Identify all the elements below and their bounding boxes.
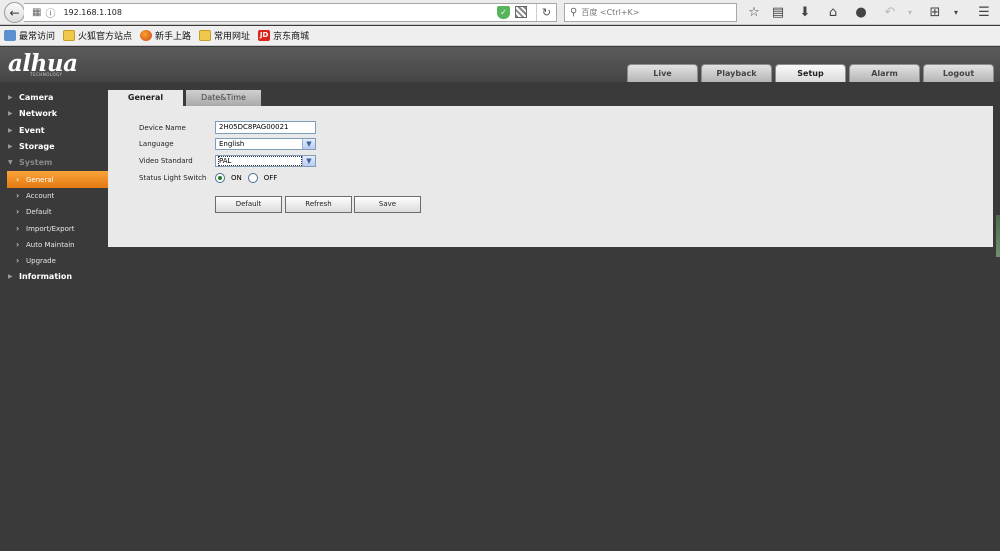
collapsed-arrow-icon: ▶ xyxy=(8,110,13,118)
sidebar-subitem-account[interactable]: › Account xyxy=(0,188,108,204)
sidebar-subitem-general[interactable]: › General xyxy=(7,171,108,188)
status-light-row: Status Light Switch ON OFF xyxy=(139,173,283,183)
shield-icon[interactable]: ✓ xyxy=(497,6,510,19)
save-button[interactable]: Save xyxy=(354,196,421,213)
sidebar-item-camera[interactable]: ▶ Camera xyxy=(0,90,108,106)
page-icon: ▦ xyxy=(32,7,42,18)
sidebar-item-network[interactable]: ▶ Network xyxy=(0,106,108,122)
most-visited-icon xyxy=(4,30,16,41)
download-icon[interactable]: ⬇ xyxy=(795,3,815,22)
reload-icon[interactable]: ↻ xyxy=(536,4,556,21)
status-off-label: OFF xyxy=(263,174,278,182)
device-name-input[interactable]: 2H05DC8PAG00021 xyxy=(215,121,316,134)
bookmark-getting-started[interactable]: 新手上路 xyxy=(140,29,191,42)
sidebar-subitem-default[interactable]: › Default xyxy=(0,204,108,220)
search-bar[interactable]: ⚲ xyxy=(564,3,737,22)
video-standard-row: Video Standard PAL ▼ xyxy=(139,155,316,167)
crop-dropdown-icon[interactable]: ▾ xyxy=(946,3,966,22)
sidebar-item-information[interactable]: ▶ Information xyxy=(0,269,108,285)
video-standard-label: Video Standard xyxy=(139,157,193,165)
collapsed-arrow-icon: ▶ xyxy=(8,126,13,134)
url-text[interactable]: 192.168.1.108 xyxy=(63,8,122,17)
language-row: Language English ▼ xyxy=(139,138,316,150)
menu-icon[interactable]: ☰ xyxy=(974,3,994,22)
refresh-button[interactable]: Refresh xyxy=(285,196,352,213)
general-settings-panel: Device Name 2H05DC8PAG00021 Language Eng… xyxy=(108,106,993,247)
default-button[interactable]: Default xyxy=(215,196,282,213)
tab-general[interactable]: General xyxy=(108,90,183,106)
folder-icon xyxy=(199,30,212,41)
content-tabs: General Date&Time xyxy=(108,90,264,106)
qr-code-icon[interactable] xyxy=(515,6,527,18)
video-standard-value: PAL xyxy=(218,156,302,166)
status-off-radio[interactable] xyxy=(247,173,258,183)
scroll-edge xyxy=(996,215,1000,257)
crop-icon[interactable]: ⊞ xyxy=(925,3,945,22)
info-icon[interactable]: ⓘ xyxy=(45,5,55,20)
home-icon[interactable]: ⌂ xyxy=(823,3,843,22)
browser-toolbar: ← ▦ ⓘ 192.168.1.108 ✓ ↻ ⚲ ☆ ▤ ⬇ ⌂ ● ↶ ▾ … xyxy=(0,0,1000,25)
chevron-down-icon[interactable]: ▼ xyxy=(302,156,315,166)
bookmarks-bar: 最常访问 火狐官方站点 新手上路 常用网址 JD 京东商城 xyxy=(0,26,1000,46)
video-standard-select[interactable]: PAL ▼ xyxy=(215,155,316,167)
sidebar-item-storage[interactable]: ▶ Storage xyxy=(0,139,108,155)
language-label: Language xyxy=(139,140,174,148)
collapsed-arrow-icon: ▶ xyxy=(8,273,13,281)
sidebar: ▶ Camera ▶ Network ▶ Event ▶ Storage ▼ System… xyxy=(0,90,108,286)
tab-alarm[interactable]: Alarm xyxy=(849,64,920,82)
device-name-label: Device Name xyxy=(139,123,186,132)
chevron-right-icon: › xyxy=(16,207,20,217)
chevron-right-icon: › xyxy=(16,256,20,266)
bookmark-star-icon[interactable]: ☆ xyxy=(744,3,764,22)
tab-playback[interactable]: Playback xyxy=(701,64,772,82)
jd-icon: JD xyxy=(258,30,271,41)
sidebar-subitem-import-export[interactable]: › Import/Export xyxy=(0,220,108,236)
bookmark-firefox-site[interactable]: 火狐官方站点 xyxy=(63,29,132,42)
chevron-right-icon: › xyxy=(16,239,20,249)
address-bar[interactable]: ▦ ⓘ 192.168.1.108 ✓ ↻ xyxy=(24,3,557,22)
reading-list-icon[interactable]: ▤ xyxy=(768,3,788,22)
logo-subtitle: TECHNOLOGY xyxy=(30,72,63,77)
search-input[interactable] xyxy=(581,8,732,17)
status-on-label: ON xyxy=(231,174,242,182)
tab-setup[interactable]: Setup xyxy=(775,64,846,82)
chat-icon[interactable]: ● xyxy=(851,3,871,22)
sidebar-subitem-auto-maintain[interactable]: › Auto Maintain xyxy=(0,237,108,253)
sidebar-item-system[interactable]: ▼ System xyxy=(0,155,108,171)
chevron-right-icon: › xyxy=(16,223,20,233)
status-light-label: Status Light Switch xyxy=(139,174,207,182)
collapsed-arrow-icon: ▶ xyxy=(8,143,13,151)
folder-icon xyxy=(63,30,76,41)
sidebar-subitem-upgrade[interactable]: › Upgrade xyxy=(0,253,108,269)
collapsed-arrow-icon: ▶ xyxy=(8,94,13,102)
chevron-down-icon[interactable]: ▼ xyxy=(302,139,315,149)
status-on-radio[interactable] xyxy=(215,173,225,183)
chevron-right-icon: › xyxy=(16,174,20,184)
back-icon[interactable]: ← xyxy=(4,2,25,23)
bookmark-common-sites[interactable]: 常用网址 xyxy=(199,29,250,42)
tab-logout[interactable]: Logout xyxy=(923,64,994,82)
radio-selected-dot xyxy=(218,176,222,180)
main-nav: Live Playback Setup Alarm Logout xyxy=(627,64,997,82)
firefox-icon xyxy=(140,30,153,41)
expanded-arrow-icon: ▼ xyxy=(8,159,13,167)
tab-live[interactable]: Live xyxy=(627,64,698,82)
language-select[interactable]: English ▼ xyxy=(215,138,316,150)
undo-dropdown-icon[interactable]: ▾ xyxy=(900,3,920,22)
tab-date-time[interactable]: Date&Time xyxy=(186,90,261,106)
search-icon: ⚲ xyxy=(570,7,578,18)
undo-icon[interactable]: ↶ xyxy=(880,3,900,22)
chevron-right-icon: › xyxy=(16,190,20,200)
sidebar-item-event[interactable]: ▶ Event xyxy=(0,123,108,139)
bookmark-most-visited[interactable]: 最常访问 xyxy=(4,29,55,42)
language-value: English xyxy=(219,140,245,148)
device-name-row: Device Name 2H05DC8PAG00021 xyxy=(139,121,316,134)
bookmark-jd[interactable]: JD 京东商城 xyxy=(258,29,309,42)
